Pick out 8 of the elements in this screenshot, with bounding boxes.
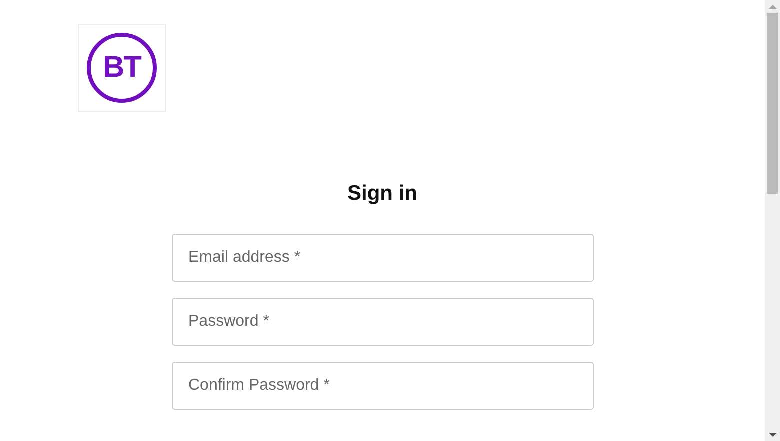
page-title: Sign in <box>348 182 418 206</box>
scrollbar-thumb[interactable] <box>767 13 778 194</box>
scroll-up-icon[interactable] <box>768 5 776 9</box>
input-field[interactable]: Email address * <box>172 234 594 282</box>
input-field[interactable]: Password * <box>172 298 594 346</box>
logo: BT <box>87 33 157 103</box>
scroll-down-icon[interactable] <box>768 433 776 437</box>
input-field[interactable]: Confirm Password * <box>172 362 594 410</box>
